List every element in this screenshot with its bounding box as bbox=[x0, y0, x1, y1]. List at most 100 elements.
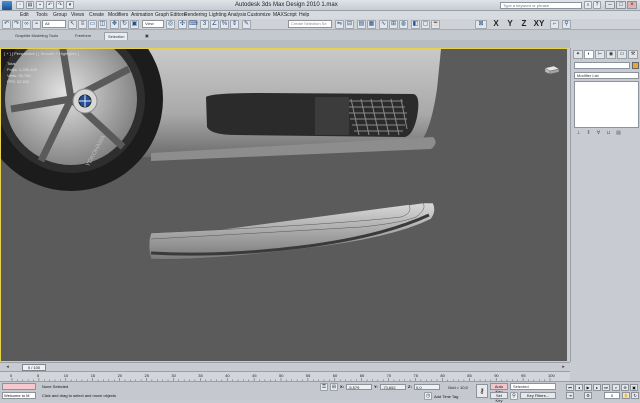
go-to-end-icon[interactable]: ⏭ bbox=[602, 384, 610, 391]
go-to-start-icon[interactable]: ⏮ bbox=[566, 384, 574, 391]
zoom-all-icon[interactable]: ⊕ bbox=[621, 384, 629, 391]
spinner-snap-icon[interactable]: ⇕ bbox=[230, 20, 239, 29]
y-coord-field[interactable]: -73,652 bbox=[380, 384, 406, 390]
time-slider-thumb[interactable]: 0 / 100 bbox=[22, 364, 46, 371]
layer-manager-icon[interactable]: ▤ bbox=[357, 20, 366, 29]
close-button[interactable]: × bbox=[627, 1, 637, 9]
maximize-button[interactable]: □ bbox=[616, 1, 626, 9]
axis-constraint-icon[interactable]: ⌐ bbox=[550, 20, 559, 29]
display-tab-icon[interactable]: ▭ bbox=[617, 50, 627, 59]
link-icon[interactable]: ∞ bbox=[22, 20, 31, 29]
ribbon-options-icon[interactable]: ▣ bbox=[142, 32, 152, 40]
unlink-icon[interactable]: ⌁ bbox=[32, 20, 41, 29]
undo-icon[interactable]: ↶ bbox=[2, 20, 11, 29]
zoom-extents-icon[interactable]: ▣ bbox=[630, 384, 638, 391]
time-next-icon[interactable]: ▸ bbox=[560, 364, 567, 371]
tab-graphite-modeling-tools[interactable]: Graphite Modeling Tools bbox=[12, 32, 61, 40]
open-file-icon[interactable]: ▤ bbox=[26, 1, 34, 9]
project-folder-icon[interactable]: ▾ bbox=[66, 1, 74, 9]
mirror-icon[interactable]: ⇋ bbox=[335, 20, 344, 29]
key-filter-icon[interactable]: ⚲ bbox=[510, 392, 518, 400]
snap-settings-icon[interactable]: ⚲ bbox=[562, 20, 571, 29]
keyboard-shortcut-icon[interactable]: ⌨ bbox=[188, 20, 198, 29]
axis-y-button[interactable]: Y bbox=[503, 19, 517, 29]
redo-icon[interactable]: ↷ bbox=[12, 20, 21, 29]
menu-help[interactable]: Help bbox=[299, 12, 309, 18]
orbit-icon[interactable]: ↻ bbox=[631, 392, 639, 399]
align-icon[interactable]: ⊟ bbox=[345, 20, 354, 29]
snap-toggle-icon[interactable]: 3 bbox=[200, 20, 209, 29]
graphite-toggle-icon[interactable]: ▦ bbox=[367, 20, 376, 29]
menu-group[interactable]: Group bbox=[53, 12, 67, 18]
select-scale-icon[interactable]: ▣ bbox=[130, 20, 139, 29]
percent-snap-icon[interactable]: % bbox=[220, 20, 229, 29]
named-selection-dropdown[interactable]: Create Selection Se bbox=[288, 20, 332, 28]
pin-stack-icon[interactable]: ⊥ bbox=[575, 130, 582, 137]
pan-icon[interactable]: ✋ bbox=[622, 392, 630, 399]
menu-create[interactable]: Create bbox=[89, 12, 104, 18]
menu-modifiers[interactable]: Modifiers bbox=[108, 12, 128, 18]
axis-xy-button[interactable]: XY bbox=[531, 19, 547, 29]
menu-customize[interactable]: Customize bbox=[247, 12, 271, 18]
current-frame-field[interactable]: 0 bbox=[604, 392, 620, 399]
make-unique-icon[interactable]: ∀ bbox=[595, 130, 602, 137]
pivot-center-icon[interactable]: ◎ bbox=[166, 20, 175, 29]
object-name-field[interactable] bbox=[574, 62, 630, 69]
time-slider[interactable]: ◂ 0 / 100 ▸ bbox=[0, 362, 570, 371]
render-setup-icon[interactable]: ◧ bbox=[411, 20, 420, 29]
select-object-icon[interactable]: ↖ bbox=[68, 20, 77, 29]
add-time-tag[interactable]: Add Time Tag bbox=[434, 394, 458, 399]
menu-tools[interactable]: Tools bbox=[36, 12, 48, 18]
modifier-stack[interactable] bbox=[574, 81, 639, 128]
time-config-icon[interactable]: ⚙ bbox=[584, 392, 592, 399]
new-file-icon[interactable]: ▫ bbox=[16, 1, 24, 9]
viewport-label[interactable]: [ + ] [ Perspective ] [ Smooth + Highlig… bbox=[4, 51, 79, 56]
select-manipulate-icon[interactable]: ✣ bbox=[178, 20, 187, 29]
next-frame-icon[interactable]: ▸ bbox=[593, 384, 601, 391]
select-move-icon[interactable]: ✥ bbox=[110, 20, 119, 29]
menu-edit[interactable]: Edit bbox=[20, 12, 29, 18]
undo-icon[interactable]: ↶ bbox=[46, 1, 54, 9]
track-bar[interactable]: 0 5 10 15 20 25 30 35 40 45 50 55 60 65 70 75 80 85 90 95 10… bbox=[0, 371, 570, 382]
select-by-name-icon[interactable]: ≡ bbox=[78, 20, 87, 29]
tab-freeform[interactable]: Freeform bbox=[72, 32, 94, 40]
key-mode-dropdown[interactable]: Selected bbox=[510, 383, 556, 390]
minimize-button[interactable]: – bbox=[605, 1, 615, 9]
x-coord-field[interactable]: -5,579 bbox=[346, 384, 372, 390]
search-input[interactable]: Type a keyword or phrase bbox=[500, 2, 582, 9]
menu-views[interactable]: Views bbox=[71, 12, 84, 18]
search-icon[interactable]: ⌕ bbox=[584, 1, 592, 9]
zoom-icon[interactable]: ⌕ bbox=[612, 384, 620, 391]
material-editor-icon[interactable]: ◍ bbox=[399, 20, 408, 29]
set-key-button[interactable]: Set Key bbox=[490, 392, 508, 403]
absolute-mode-icon[interactable]: ⊞ bbox=[330, 383, 338, 391]
curve-editor-icon[interactable]: ∿ bbox=[379, 20, 388, 29]
menu-maxscript[interactable]: MAXScript bbox=[273, 12, 297, 18]
region-select-icon[interactable]: ▭ bbox=[88, 20, 97, 29]
menu-rendering[interactable]: Rendering bbox=[184, 12, 207, 18]
schematic-view-icon[interactable]: ⊞ bbox=[389, 20, 398, 29]
tab-selection[interactable]: Selection bbox=[104, 32, 129, 40]
reference-coord-dropdown[interactable]: View bbox=[142, 20, 164, 28]
time-prev-icon[interactable]: ◂ bbox=[4, 364, 11, 371]
key-filters-button[interactable]: Key Filters... bbox=[520, 392, 556, 399]
render-frame-icon[interactable]: ▢ bbox=[421, 20, 430, 29]
close-x-icon[interactable]: ⊠ bbox=[475, 20, 487, 29]
help-icon[interactable]: ? bbox=[593, 1, 601, 9]
create-tab-icon[interactable]: ✦ bbox=[573, 50, 583, 59]
modify-tab-icon[interactable]: ◐ bbox=[584, 50, 594, 59]
axis-z-button[interactable]: Z bbox=[517, 19, 531, 29]
modifier-list-dropdown[interactable]: Modifier List bbox=[574, 72, 639, 79]
lock-selection-icon[interactable]: ⚿ bbox=[320, 383, 328, 391]
previous-frame-icon[interactable]: ◂ bbox=[575, 384, 583, 391]
time-tag-icon[interactable]: ◷ bbox=[424, 392, 432, 400]
menu-lighting-analysis[interactable]: Lighting Analysis bbox=[209, 12, 246, 18]
menu-animation[interactable]: Animation bbox=[131, 12, 153, 18]
motion-tab-icon[interactable]: ◉ bbox=[606, 50, 616, 59]
maxscript-listener-pink[interactable] bbox=[2, 383, 36, 390]
redo-icon[interactable]: ↷ bbox=[56, 1, 64, 9]
auto-key-button[interactable]: Auto Key bbox=[490, 383, 508, 394]
remove-modifier-icon[interactable]: ⊔ bbox=[605, 130, 612, 137]
angle-snap-icon[interactable]: ∠ bbox=[210, 20, 219, 29]
window-crossing-icon[interactable]: ◫ bbox=[98, 20, 107, 29]
